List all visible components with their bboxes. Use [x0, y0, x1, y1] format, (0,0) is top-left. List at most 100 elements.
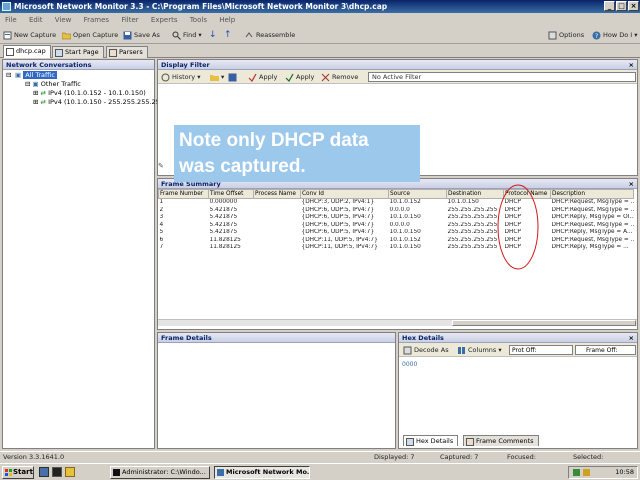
taskbar-item-network-monitor[interactable]: Microsoft Network Mo...: [214, 466, 310, 479]
maximize-button[interactable]: □: [616, 1, 627, 11]
filter-status-field: No Active Filter: [368, 72, 636, 82]
app-icon: [2, 2, 11, 11]
columns-button[interactable]: Columns ▾: [457, 345, 502, 356]
cell-time-offset: 11.828125: [209, 236, 241, 243]
table-row[interactable]: 3 5.421875 {DHCP:6, UDP:5, IPv4:7} 10.1.…: [159, 214, 634, 222]
how-do-i-button[interactable]: ? How Do I ▾: [592, 30, 638, 41]
cell-time-offset: 5.421875: [209, 214, 238, 220]
table-row[interactable]: 7 11.828125 {DHCP:11, UDP:5, IPv4:7} 10.…: [159, 244, 634, 252]
close-icon[interactable]: ×: [629, 60, 634, 70]
cell-frame-number: 1: [159, 199, 164, 205]
cell-conv-id: {DHCP:6, UDP:5, IPv4:7}: [301, 229, 375, 235]
network-icon: ▣: [32, 80, 39, 88]
cell-conv-id: {DHCP:11, UDP:5, IPv4:7}: [301, 236, 378, 243]
table-row[interactable]: 6 11.828125 {DHCP:11, UDP:5, IPv4:7} 10.…: [159, 237, 634, 245]
minimize-button[interactable]: _: [604, 1, 615, 11]
open-capture-button[interactable]: Open Capture: [62, 30, 118, 41]
save-filter-button[interactable]: [228, 72, 239, 83]
taskbar-item-command-prompt[interactable]: Administrator: C:\Windo...: [110, 466, 210, 479]
cell-description: DHCP:Request, MsgType = ...: [551, 206, 634, 213]
tab-hex-details[interactable]: Hex Details: [403, 435, 459, 446]
history-button[interactable]: History ▾: [161, 72, 200, 83]
tab-frame-comments[interactable]: Frame Comments: [463, 435, 539, 446]
options-button[interactable]: Options: [548, 30, 584, 41]
menu-filter[interactable]: Filter: [116, 14, 143, 26]
note-line-2: was captured.: [179, 156, 306, 177]
cell-process-name: [254, 207, 301, 215]
load-filter-button[interactable]: ▾: [210, 72, 224, 83]
tree-item-conversation[interactable]: ⊞ ⇄ IPv4 (10.1.0.152 - 10.1.0.150): [33, 89, 146, 98]
status-selected: Selected:: [573, 453, 604, 461]
taskbar: Start Administrator: C:\Windo... Microso…: [0, 463, 640, 480]
tab-start-page[interactable]: Start Page: [52, 46, 104, 58]
cell-source: 10.1.0.150: [389, 229, 421, 235]
reassemble-button[interactable]: Reassemble: [245, 30, 295, 41]
menu-edit[interactable]: Edit: [24, 14, 48, 26]
quick-launch-server-icon[interactable]: [39, 467, 49, 477]
tree-expander-icon[interactable]: ⊞: [33, 89, 38, 97]
tray-volume-icon[interactable]: [583, 469, 590, 476]
menu-view[interactable]: View: [50, 14, 77, 26]
tree-expander-icon[interactable]: ⊞: [33, 98, 38, 106]
frame-summary-header-row: Frame Number Time Offset Process Name Co…: [158, 189, 634, 199]
table-row[interactable]: 4 5.421875 {DHCP:6, UDP:5, IPv4:7} 0.0.0…: [159, 222, 634, 230]
remove-button[interactable]: Remove: [321, 72, 358, 83]
start-button[interactable]: Start: [2, 466, 34, 479]
menu-file[interactable]: File: [0, 14, 22, 26]
menu-help[interactable]: Help: [214, 14, 240, 26]
new-capture-button[interactable]: New Capture: [3, 30, 56, 41]
close-button[interactable]: ×: [628, 1, 639, 11]
cell-process-name: [254, 214, 301, 222]
options-icon: [548, 31, 557, 40]
apply-icon: [285, 73, 294, 82]
column-header-description[interactable]: Description: [550, 189, 634, 199]
tree-item-conversation[interactable]: ⊞ ⇄ IPv4 (10.1.0.150 - 255.255.255.255): [33, 98, 166, 107]
save-as-button[interactable]: Save As: [123, 30, 160, 41]
find-button[interactable]: Find ▾: [172, 30, 202, 41]
table-row[interactable]: 5 5.421875 {DHCP:6, UDP:5, IPv4:7} 10.1.…: [159, 229, 634, 237]
tab-parsers[interactable]: Parsers: [106, 46, 148, 58]
display-filter-header: Display Filter ×: [158, 60, 637, 70]
cell-description: DHCP:Request, MsgType = ...: [551, 221, 634, 228]
column-header-process-name[interactable]: Process Name: [253, 189, 301, 199]
apply-alt-button[interactable]: Apply: [285, 72, 314, 83]
status-bar: Version 3.3.1641.0 Displayed: 7 Captured…: [0, 451, 640, 462]
arrow-down-icon[interactable]: ↓: [209, 30, 217, 40]
tree-expander-icon[interactable]: ⊟: [6, 71, 11, 80]
tree-item-all-traffic[interactable]: ▣ All Traffic: [15, 71, 57, 80]
tray-clock: 10:58: [615, 468, 634, 476]
menu-frames[interactable]: Frames: [79, 14, 114, 26]
quick-launch-folder-icon[interactable]: [65, 467, 75, 477]
menu-experts[interactable]: Experts: [146, 14, 183, 26]
scrollbar-thumb[interactable]: [452, 320, 636, 326]
annotation-note: Note only DHCP data was captured.: [174, 125, 420, 182]
decode-as-button[interactable]: Decode As: [403, 345, 449, 356]
find-icon: [172, 31, 181, 40]
tree-expander-icon[interactable]: ⊟: [25, 80, 30, 88]
column-header-time-offset[interactable]: Time Offset: [208, 189, 254, 199]
arrow-up-icon[interactable]: ↑: [224, 30, 232, 40]
close-icon[interactable]: ×: [629, 179, 634, 189]
column-header-frame-number[interactable]: Frame Number: [158, 189, 209, 199]
close-icon[interactable]: ×: [629, 333, 634, 343]
column-header-source[interactable]: Source: [388, 189, 447, 199]
table-row[interactable]: 2 5.421875 {DHCP:6, UDP:5, IPv4:7} 0.0.0…: [159, 207, 634, 215]
toolbar: New Capture Open Capture Save As Find ▾ …: [0, 27, 640, 44]
cell-process-name: [254, 222, 301, 230]
menu-tools[interactable]: Tools: [185, 14, 212, 26]
tray-network-icon[interactable]: [573, 469, 580, 476]
frame-summary-horizontal-scrollbar[interactable]: [158, 319, 637, 326]
hex-offset: 0000: [402, 361, 418, 368]
table-row[interactable]: 1 0.000000 {DHCP:3, UDP:2, IPv4:1} 10.1.…: [159, 199, 634, 207]
quick-launch-console-icon[interactable]: [52, 467, 62, 477]
cell-time-offset: 0.000000: [209, 199, 238, 205]
tree-item-other-traffic[interactable]: ⊟ ▣ Other Traffic: [25, 80, 81, 89]
frame-details-header: Frame Details: [158, 333, 395, 343]
cell-process-name: [254, 237, 301, 245]
column-header-conv-id[interactable]: Conv Id: [300, 189, 389, 199]
cell-process-name: [254, 199, 301, 207]
network-conversations-panel: Network Conversations ⊟ ▣ All Traffic ⊟ …: [2, 59, 166, 449]
cell-source: 10.1.0.152: [389, 236, 421, 243]
apply-button[interactable]: Apply: [248, 72, 277, 83]
tab-dhcp-cap[interactable]: dhcp.cap: [3, 45, 51, 58]
